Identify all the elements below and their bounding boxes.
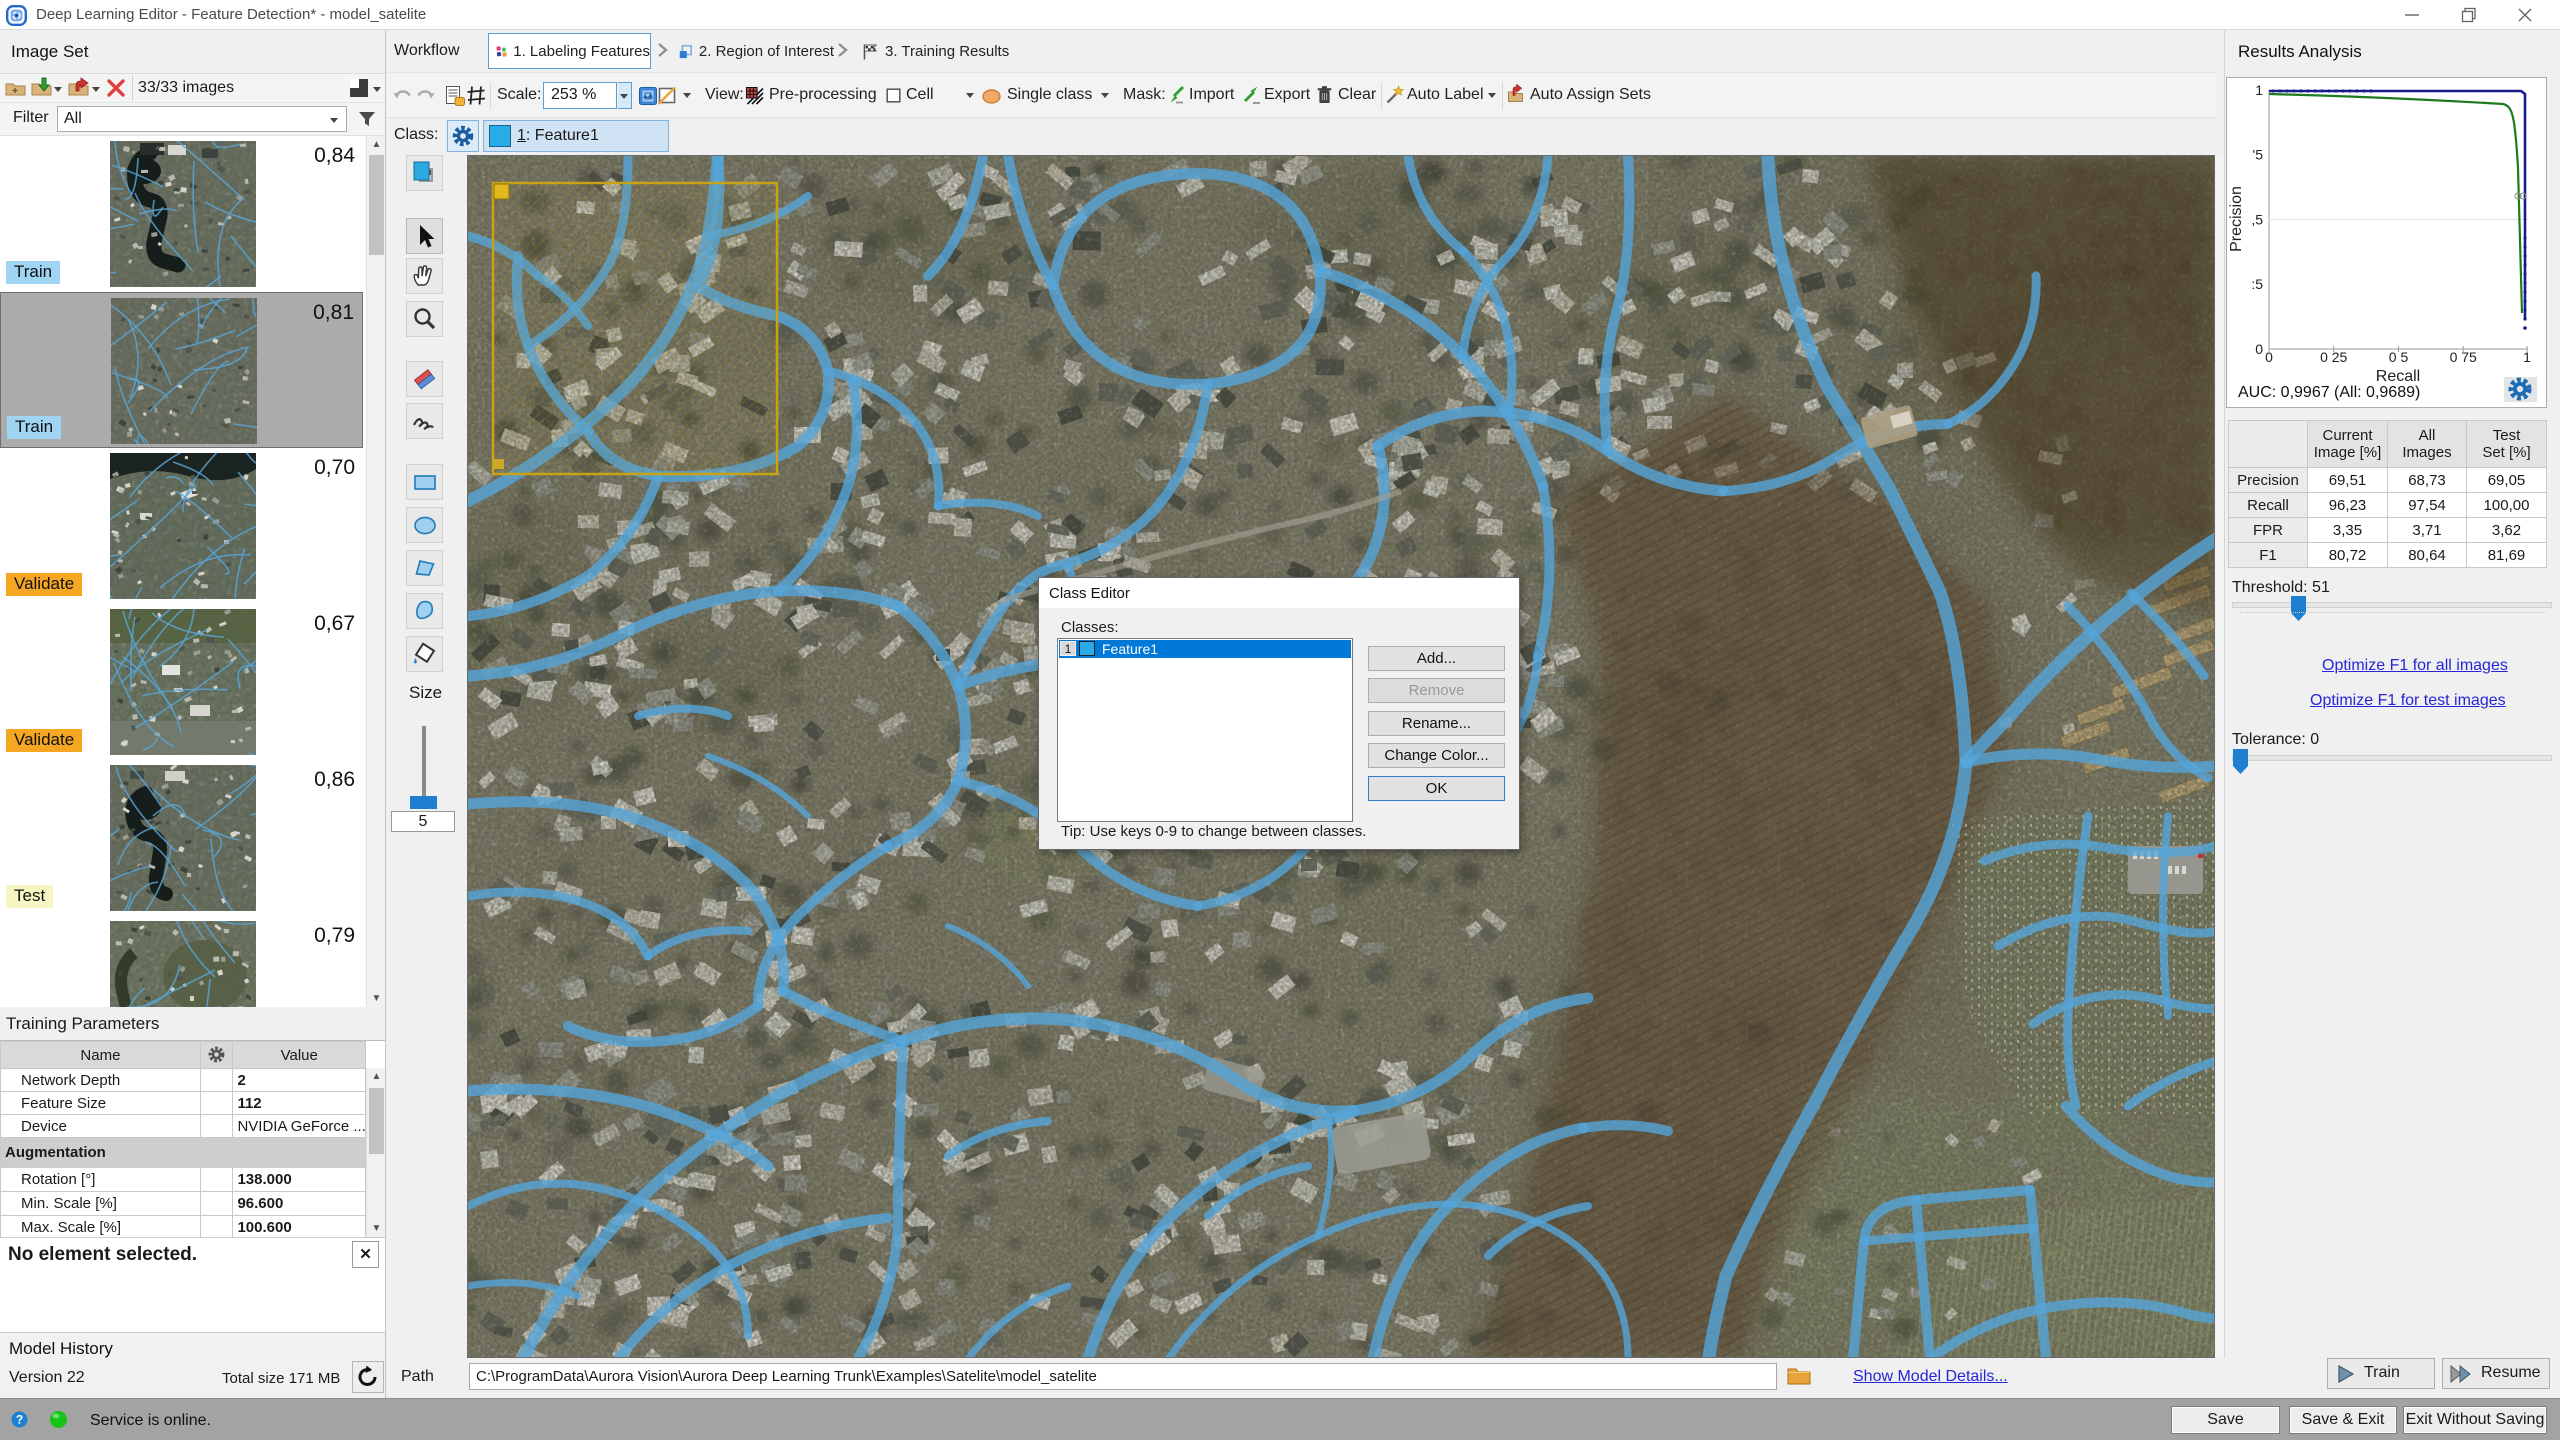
svg-text:0 25: 0 25 [2320,349,2347,365]
svg-text:?: ? [16,1413,23,1427]
svg-text::5: :5 [2251,276,2263,292]
svg-text:0: 0 [2265,349,2273,365]
svg-text:1: 1 [2523,349,2531,365]
svg-text:'5: '5 [2253,147,2264,163]
svg-text:0 5: 0 5 [2389,349,2409,365]
svg-text:AUC: 0,9967 (All: 0,9689): AUC: 0,9967 (All: 0,9689) [2238,384,2420,401]
svg-text:Precision: Precision [2228,186,2245,252]
svg-text:1: 1 [2255,82,2263,98]
svg-text:0 75: 0 75 [2450,349,2477,365]
svg-text:,5: ,5 [2251,212,2263,228]
svg-text:Recall: Recall [2376,368,2420,385]
svg-text:0: 0 [2255,341,2263,357]
